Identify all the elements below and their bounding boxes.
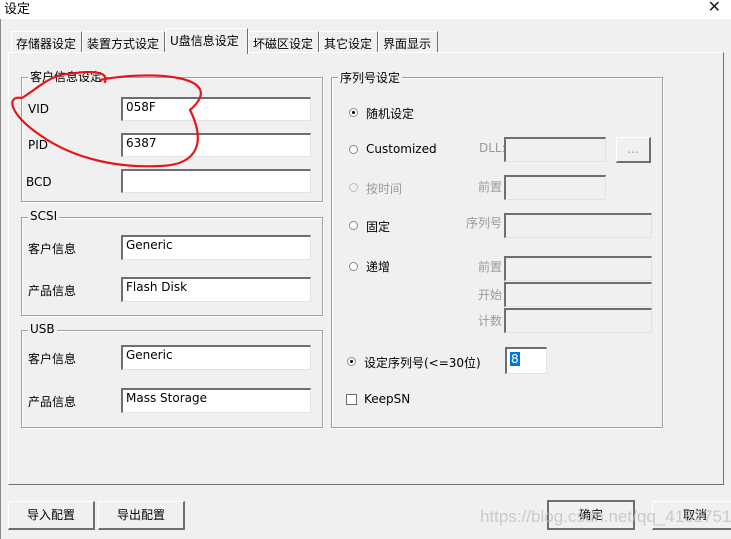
scsi-legend: SCSI bbox=[28, 209, 60, 223]
usb-vendor-label: 客户信息 bbox=[28, 352, 77, 366]
usb-vendor-field[interactable]: Generic bbox=[121, 345, 311, 370]
tab-device-mode[interactable]: 装置方式设定 bbox=[82, 31, 165, 52]
export-config-button[interactable]: 导出配置 bbox=[98, 501, 185, 530]
scsi-vendor-field[interactable]: Generic bbox=[121, 235, 311, 260]
inc-start-field[interactable] bbox=[504, 282, 652, 307]
set-serial-label: 设定序列号(<=30位) bbox=[364, 356, 481, 370]
tab-display[interactable]: 界面显示 bbox=[378, 31, 438, 52]
by-time-label: 按时间 bbox=[366, 182, 403, 196]
window-left-border bbox=[0, 19, 1, 539]
ok-button[interactable]: 确定 bbox=[547, 500, 635, 530]
window-title: 设定 bbox=[4, 2, 31, 17]
fixed-label: 固定 bbox=[366, 220, 391, 234]
title-bar bbox=[0, 0, 731, 19]
set-serial-field[interactable]: 8 bbox=[505, 347, 547, 374]
fixed-radio[interactable] bbox=[349, 221, 358, 230]
close-icon[interactable]: ✕ bbox=[708, 0, 721, 16]
bcd-field[interactable] bbox=[121, 169, 311, 193]
by-time-prefix-field[interactable] bbox=[504, 175, 606, 200]
fixed-serial-field[interactable] bbox=[504, 213, 652, 238]
inc-count-field[interactable] bbox=[504, 308, 652, 333]
set-serial-value: 8 bbox=[510, 352, 520, 366]
keepsn-checkbox[interactable] bbox=[346, 394, 357, 405]
scsi-product-field[interactable]: Flash Disk bbox=[121, 277, 311, 302]
usb-product-label: 产品信息 bbox=[28, 395, 77, 409]
usb-product-field[interactable]: Mass Storage bbox=[121, 388, 311, 413]
customized-radio[interactable] bbox=[349, 145, 358, 154]
increment-label: 递增 bbox=[366, 260, 391, 274]
tab-udisk-info[interactable]: U盘信息设定 bbox=[165, 28, 248, 54]
import-config-button[interactable]: 导入配置 bbox=[8, 501, 95, 530]
usb-legend: USB bbox=[28, 322, 57, 336]
serial-legend: 序列号设定 bbox=[338, 69, 403, 86]
browse-dll-button[interactable]: ... bbox=[616, 137, 651, 163]
increment-radio[interactable] bbox=[349, 262, 358, 271]
inc-prefix-field[interactable] bbox=[504, 256, 652, 281]
customer-info-legend: 客户信息设定 bbox=[28, 68, 105, 85]
set-serial-radio[interactable] bbox=[347, 357, 356, 366]
inc-start-label: 开始 bbox=[478, 288, 503, 302]
dll-field[interactable] bbox=[504, 137, 606, 162]
tab-other[interactable]: 其它设定 bbox=[319, 31, 378, 52]
vid-label: VID bbox=[28, 102, 49, 116]
inc-prefix-label: 前置 bbox=[478, 260, 503, 274]
vid-field[interactable]: 058F bbox=[121, 97, 311, 121]
customized-label: Customized bbox=[366, 142, 437, 156]
by-time-radio[interactable] bbox=[349, 183, 358, 192]
scsi-product-label: 产品信息 bbox=[28, 284, 77, 298]
by-time-prefix-label: 前置 bbox=[478, 180, 503, 194]
cancel-button[interactable]: 取消 bbox=[652, 501, 731, 530]
dll-label: DLL: bbox=[479, 141, 506, 155]
pid-label: PID bbox=[28, 138, 49, 152]
random-label: 随机设定 bbox=[366, 107, 415, 121]
tab-storage[interactable]: 存储器设定 bbox=[11, 31, 82, 52]
fixed-serial-label: 序列号 bbox=[466, 216, 503, 230]
scsi-vendor-label: 客户信息 bbox=[28, 242, 77, 256]
inc-count-label: 计数 bbox=[478, 314, 503, 328]
tab-bad-sector[interactable]: 坏磁区设定 bbox=[248, 31, 319, 52]
serial-group bbox=[331, 77, 663, 428]
keepsn-label: KeepSN bbox=[364, 392, 411, 406]
bcd-label: BCD bbox=[26, 175, 52, 189]
pid-field[interactable]: 6387 bbox=[121, 133, 311, 157]
random-radio[interactable] bbox=[349, 108, 358, 117]
